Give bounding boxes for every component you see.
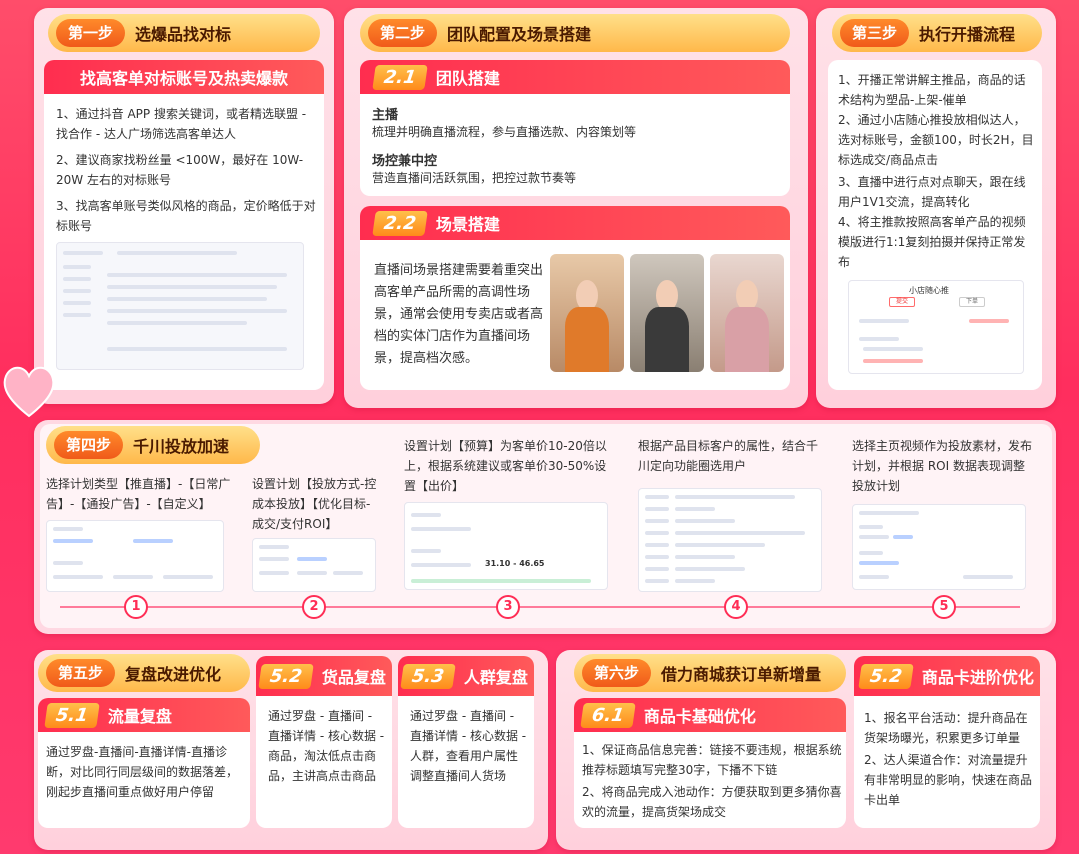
step2-badge: 第二步: [368, 19, 438, 47]
goods-review-title: 货品复盘: [321, 668, 386, 687]
team-setup-bar: 2.1 团队搭建: [360, 60, 790, 94]
anchor-heading: 主播: [372, 108, 399, 123]
timeline-line: [60, 606, 1020, 608]
step3-shot-title: 小店随心推: [909, 286, 949, 295]
traffic-review-bar: 5.1 流量复盘: [38, 698, 250, 732]
card-basic-num: 6.1: [580, 702, 636, 728]
card-basic-panel: 6.1 商品卡基础优化 1、保证商品信息完善：链接不要违规，根据系统推荐标题填写完…: [574, 698, 846, 828]
step4-header: 第四步 千川投放加速: [46, 426, 260, 464]
traffic-review-panel: 5.1 流量复盘 通过罗盘-直播间-直播详情-直播诊断，对比同行同层级间的数据落差…: [38, 698, 250, 828]
timeline-step-2: 2: [302, 595, 326, 619]
controller-desc: 营造直播间活跃氛围，把控过款节奏等: [372, 171, 577, 185]
step6-title: 借力商城获订单新增量: [661, 665, 822, 684]
live-room-photo-1: [550, 254, 624, 372]
step1-panel: 找高客单对标账号及热卖爆款 1、通过抖音 APP 搜索关键词，或者精选联盟 - …: [44, 60, 324, 390]
timeline-step-4: 4: [724, 595, 748, 619]
step4-title: 千川投放加速: [133, 437, 230, 456]
step1-bar-label: 找高客单对标账号及热卖爆款: [79, 69, 288, 88]
card-advanced-num: 5.2: [858, 663, 914, 689]
timeline-step-3: 3: [496, 595, 520, 619]
step1-item-1: 1、通过抖音 APP 搜索关键词，或者精选联盟 - 找合作 - 达人广场筛选高客…: [56, 107, 307, 141]
step3-header: 第三步 执行开播流程: [832, 14, 1042, 52]
step3-shot-tab2-label: 下单: [965, 298, 978, 305]
audience-review-panel: 5.3 人群复盘 通过罗盘 - 直播间 - 直播详情 - 核心数据 - 人群，查看…: [398, 656, 534, 828]
card-basic-item-1: 1、保证商品信息完善：链接不要违规，根据系统推荐标题填写完整30字，下播不下链: [582, 743, 842, 777]
traffic-review-desc: 通过罗盘-直播间-直播详情-直播诊断，对比同行同层级间的数据落差，刚起步直播间重…: [46, 745, 239, 799]
goods-review-bar: 5.2 货品复盘: [256, 656, 392, 696]
traffic-review-num: 5.1: [44, 702, 100, 728]
heart-decoration: [0, 360, 58, 420]
goods-review-panel: 5.2 货品复盘 通过罗盘 - 直播间 - 直播详情 - 核心数据 - 商品，淘汰…: [256, 656, 392, 828]
live-room-photo-2: [630, 254, 704, 372]
step3-title: 执行开播流程: [919, 25, 1016, 44]
step4-col-5: 选择主页视频作为投放素材，发布计划，并根据 ROI 数据表现调整投放计划: [852, 439, 1033, 493]
step3-badge: 第三步: [840, 19, 910, 47]
step4-shot-1: [46, 520, 224, 592]
step1-badge: 第一步: [56, 19, 126, 47]
card-basic-bar: 6.1 商品卡基础优化: [574, 698, 846, 732]
step5-header: 第五步 复盘改进优化: [38, 654, 250, 692]
step4-col-1: 选择计划类型【推直播】-【日常广告】-【通投广告】-【自定义】: [46, 477, 231, 511]
card-advanced-item-1: 1、报名平台活动：提升商品在货架场曝光，积累更多订单量: [864, 711, 1028, 745]
step3-shot-tab-2: 下单: [959, 297, 985, 307]
card-advanced-bar: 5.2 商品卡进阶优化: [854, 656, 1040, 696]
audience-review-num: 5.3: [400, 663, 456, 689]
scene-setup-desc: 直播间场景搭建需要着重突出高客单产品所需的高调性场景，通常会使用专卖店或者高档的…: [374, 263, 544, 366]
scene-setup-num: 2.2: [372, 210, 428, 236]
step1-header: 第一步 选爆品找对标: [48, 14, 320, 52]
step4-badge: 第四步: [54, 431, 124, 459]
bid-hint-value: 31.10 - 46.65: [485, 559, 545, 568]
step4-shot-3: 31.10 - 46.65: [404, 502, 608, 590]
audience-review-title: 人群复盘: [463, 668, 528, 687]
team-setup-num: 2.1: [372, 64, 428, 90]
card-advanced-item-2: 2、达人渠道合作：对流量提升有非常明显的影响，快速在商品卡出单: [864, 753, 1033, 807]
timeline-step-1: 1: [124, 595, 148, 619]
audience-review-desc: 通过罗盘 - 直播间 - 直播详情 - 核心数据 - 人群，查看用户属性调整直播…: [410, 709, 527, 783]
step4-shot-5: [852, 504, 1026, 590]
step3-shot-tab-label: 提交: [895, 298, 908, 305]
card-basic-title: 商品卡基础优化: [643, 707, 756, 726]
step3-screenshot: 小店随心推 提交 下单: [848, 280, 1024, 374]
step1-item-2: 2、建议商家找粉丝量 <100W，最好在 10W-20W 左右的对标账号: [56, 153, 304, 187]
card-advanced-title: 商品卡进阶优化: [921, 668, 1034, 687]
bid-suggestion: 31.10 - 46.65: [485, 559, 545, 568]
traffic-review-title: 流量复盘: [107, 707, 172, 726]
step3-item-3: 3、直播中进行点对点聊天，跟在线用户1V1交流，提高转化: [838, 175, 1026, 209]
step3-item-4: 4、将主推款按照高客单产品的视频模版进行1:1复刻拍摄并保持正常发布: [838, 215, 1026, 269]
goods-review-desc: 通过罗盘 - 直播间 - 直播详情 - 核心数据 - 商品，淘汰低点击商品，主讲…: [268, 709, 385, 783]
controller-heading: 场控兼中控: [372, 154, 438, 169]
step6-badge: 第六步: [582, 659, 652, 687]
step5-title: 复盘改进优化: [125, 665, 222, 684]
step3-panel: 1、开播正常讲解主推品，商品的话术结构为塑品-上架-催单 2、通过小店随心推投放…: [828, 60, 1042, 390]
team-setup-title: 团队搭建: [435, 69, 500, 88]
scene-setup-title: 场景搭建: [435, 215, 500, 234]
step4-col-4: 根据产品目标客户的属性，结合千川定向功能圈选用户: [638, 439, 819, 473]
goods-review-num: 5.2: [258, 663, 314, 689]
step6-header: 第六步 借力商城获订单新增量: [574, 654, 846, 692]
step1-title: 选爆品找对标: [135, 25, 232, 44]
step4-col-2: 设置计划【投放方式-控成本投放】【优化目标-成交/支付ROI】: [252, 477, 377, 531]
team-setup-panel: 2.1 团队搭建 主播 梳理并明确直播流程，参与直播选款、内容策划等 场控兼中控 …: [360, 60, 790, 196]
step1-item-3: 3、找高客单账号类似风格的商品，定价略低于对标账号: [56, 199, 316, 233]
audience-review-bar: 5.3 人群复盘: [398, 656, 534, 696]
step5-badge: 第五步: [46, 659, 116, 687]
step1-bar: 找高客单对标账号及热卖爆款: [44, 60, 324, 94]
step1-screenshot: [56, 242, 304, 370]
step3-item-2: 2、通过小店随心推投放相似达人，选对标账号，金额100，时长2H，目标选成交/商…: [838, 113, 1034, 167]
live-room-photo-3: [710, 254, 784, 372]
scene-setup-bar: 2.2 场景搭建: [360, 206, 790, 240]
anchor-desc: 梳理并明确直播流程，参与直播选款、内容策划等: [372, 125, 637, 139]
card-advanced-panel: 5.2 商品卡进阶优化 1、报名平台活动：提升商品在货架场曝光，积累更多订单量 2…: [854, 656, 1040, 828]
step2-header: 第二步 团队配置及场景搭建: [360, 14, 790, 52]
step2-title: 团队配置及场景搭建: [447, 25, 592, 44]
step4-shot-2: [252, 538, 376, 592]
card-basic-item-2: 2、将商品完成入池动作：方便获取到更多猜你喜欢的流量，提高货架场成交: [582, 785, 842, 819]
step4-col-3: 设置计划【预算】为客单价10-20倍以上，根据系统建议或客单价30-50%设置【…: [404, 439, 607, 493]
step4-shot-4: [638, 488, 822, 592]
step3-shot-tab: 提交: [889, 297, 915, 307]
step3-item-1: 1、开播正常讲解主推品，商品的话术结构为塑品-上架-催单: [838, 73, 1026, 107]
scene-setup-panel: 2.2 场景搭建 直播间场景搭建需要着重突出高客单产品所需的高调性场景，通常会使用…: [360, 206, 790, 390]
timeline-step-5: 5: [932, 595, 956, 619]
